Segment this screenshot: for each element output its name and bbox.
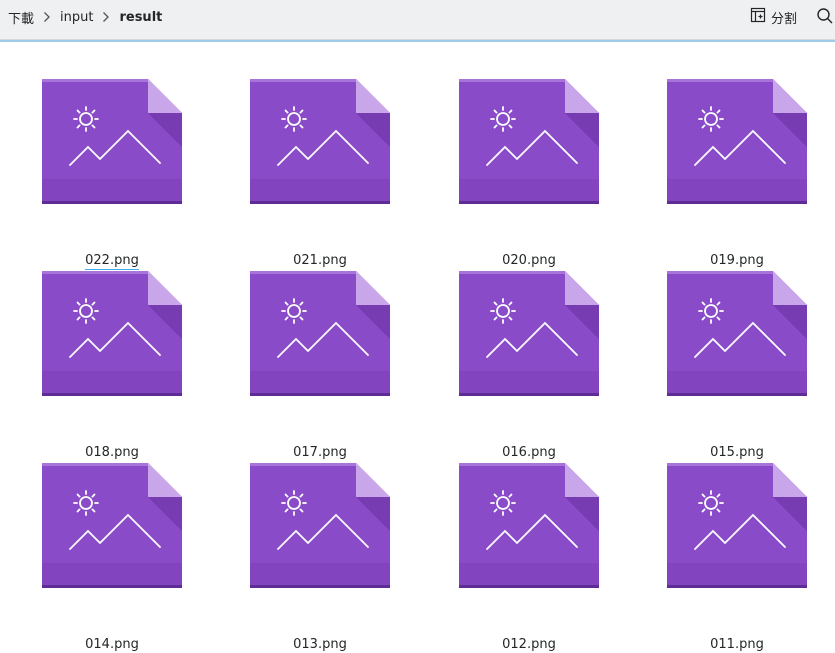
split-view-icon bbox=[750, 7, 766, 27]
file-name-text: 022.png bbox=[85, 253, 139, 270]
image-file-icon bbox=[667, 271, 807, 396]
file-name: 017.png bbox=[240, 445, 400, 461]
file-name: 018.png bbox=[32, 445, 192, 461]
file-item[interactable]: 012.png bbox=[449, 463, 609, 652]
file-name: 016.png bbox=[449, 445, 609, 461]
file-item[interactable]: 021.png bbox=[240, 79, 400, 268]
file-name-text: 015.png bbox=[710, 445, 764, 460]
toolbar: 下載 input result 分割 bbox=[0, 0, 835, 40]
file-name-text: 016.png bbox=[502, 445, 556, 460]
chevron-right-icon bbox=[95, 11, 117, 23]
file-name-text: 017.png bbox=[293, 445, 347, 460]
file-name-text: 021.png bbox=[293, 253, 347, 268]
breadcrumb-item-result[interactable]: result bbox=[117, 10, 164, 25]
breadcrumb: 下載 input result bbox=[6, 0, 164, 34]
image-file-icon bbox=[42, 271, 182, 396]
image-file-icon bbox=[459, 271, 599, 396]
file-item[interactable]: 019.png bbox=[657, 79, 817, 268]
file-name-text: 012.png bbox=[502, 637, 556, 652]
breadcrumb-item-input[interactable]: input bbox=[58, 10, 95, 25]
image-file-icon bbox=[250, 463, 390, 588]
file-name: 021.png bbox=[240, 253, 400, 269]
split-button-label: 分割 bbox=[771, 11, 798, 27]
image-file-icon bbox=[667, 463, 807, 588]
file-name: 015.png bbox=[657, 445, 817, 461]
file-item[interactable]: 022.png bbox=[32, 79, 192, 270]
file-item[interactable]: 020.png bbox=[449, 79, 609, 268]
file-name: 011.png bbox=[657, 637, 817, 653]
image-file-icon bbox=[459, 79, 599, 204]
file-name: 020.png bbox=[449, 253, 609, 269]
breadcrumb-item-downloads[interactable]: 下載 bbox=[6, 8, 36, 27]
chevron-right-icon bbox=[36, 11, 58, 23]
image-file-icon bbox=[459, 463, 599, 588]
file-name: 012.png bbox=[449, 637, 609, 653]
file-name-text: 019.png bbox=[710, 253, 764, 268]
image-file-icon bbox=[250, 79, 390, 204]
file-name-text: 018.png bbox=[85, 445, 139, 460]
image-file-icon bbox=[42, 463, 182, 588]
file-item[interactable]: 013.png bbox=[240, 463, 400, 652]
search-icon bbox=[816, 8, 834, 30]
file-item[interactable]: 015.png bbox=[657, 271, 817, 460]
file-name-text: 013.png bbox=[293, 637, 347, 652]
image-file-icon bbox=[42, 79, 182, 204]
file-grid[interactable]: 022.png 021.png 020.png 019.png 018.png … bbox=[0, 42, 835, 652]
split-button[interactable]: 分割 bbox=[750, 6, 797, 28]
file-item[interactable]: 011.png bbox=[657, 463, 817, 652]
file-item[interactable]: 016.png bbox=[449, 271, 609, 460]
file-item[interactable]: 014.png bbox=[32, 463, 192, 652]
file-name: 013.png bbox=[240, 637, 400, 653]
search-button[interactable] bbox=[816, 6, 835, 28]
file-name: 019.png bbox=[657, 253, 817, 269]
file-item[interactable]: 017.png bbox=[240, 271, 400, 460]
file-name-text: 014.png bbox=[85, 637, 139, 652]
image-file-icon bbox=[250, 271, 390, 396]
file-name: 014.png bbox=[32, 637, 192, 653]
file-name: 022.png bbox=[32, 253, 192, 270]
file-name-text: 020.png bbox=[502, 253, 556, 268]
file-name-text: 011.png bbox=[710, 637, 764, 652]
image-file-icon bbox=[667, 79, 807, 204]
file-item[interactable]: 018.png bbox=[32, 271, 192, 460]
